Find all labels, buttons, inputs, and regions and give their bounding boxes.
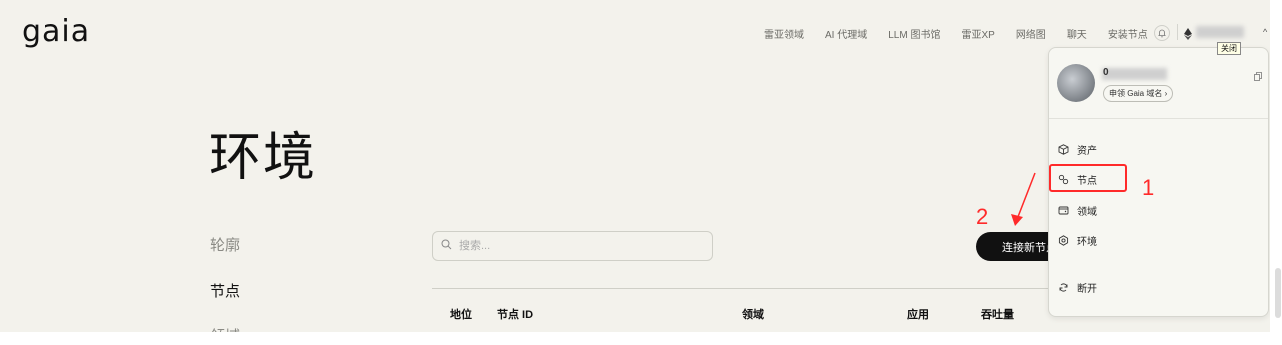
- user-name: 0: [1103, 67, 1109, 78]
- column-header-throughput: 吞吐量: [981, 309, 1014, 321]
- search-icon: [441, 237, 452, 255]
- claim-domain-link[interactable]: 申领 Gaia 域名 ›: [1103, 85, 1174, 102]
- nav-item-gaia-domains[interactable]: 雷亚领域: [764, 26, 804, 41]
- column-header-status: 地位: [450, 309, 472, 321]
- nav-item-chat[interactable]: 聊天: [1067, 26, 1087, 41]
- search-input[interactable]: [457, 239, 701, 253]
- settings-icon: [1057, 235, 1069, 247]
- sidebar-item-nodes[interactable]: 节点: [210, 280, 240, 301]
- nav-item-gaia-xp[interactable]: 雷亚XP: [961, 26, 994, 41]
- sidebar-item-profile[interactable]: 轮廓: [210, 234, 240, 255]
- wallet-address[interactable]: [1196, 26, 1244, 38]
- menu-item-label: 环境: [1077, 237, 1097, 248]
- menu-item-settings[interactable]: 环境: [1057, 233, 1097, 248]
- gaia-logo[interactable]: gaia: [22, 14, 90, 49]
- sidebar-item-domains[interactable]: 领域: [210, 325, 240, 332]
- menu-item-label: 领域: [1077, 207, 1097, 218]
- menu-item-label: 断开: [1077, 284, 1097, 295]
- column-header-app: 应用: [907, 309, 929, 321]
- copy-icon[interactable]: [1254, 68, 1262, 86]
- annotation-arrow: [1011, 172, 1036, 226]
- cube-icon: [1057, 144, 1069, 156]
- bell-icon[interactable]: [1154, 25, 1170, 41]
- menu-item-assets[interactable]: 资产: [1057, 142, 1097, 157]
- nav-item-ai-agent-domains[interactable]: AI 代理域: [825, 26, 867, 41]
- avatar: [1057, 64, 1095, 102]
- wallet-icon: [1057, 205, 1069, 217]
- header-divider: [1177, 24, 1178, 40]
- disconnect-icon: [1057, 282, 1069, 294]
- user-address-blurred: [1102, 68, 1167, 80]
- annotation-step-2: 2: [976, 204, 989, 229]
- close-tooltip: 关闭: [1217, 42, 1241, 55]
- ethereum-icon: [1184, 27, 1192, 45]
- column-header-domain: 领域: [742, 309, 764, 321]
- nav-item-llm-library[interactable]: LLM 图书馆: [888, 26, 940, 41]
- table-divider: [432, 288, 1052, 289]
- annotation-highlight-nodes: [1049, 164, 1127, 192]
- app-window: gaia 雷亚领域 AI 代理域 LLM 图书馆 雷亚XP 网络图 聊天 安装节…: [0, 0, 1270, 332]
- search-box: [432, 231, 713, 261]
- column-header-node-id: 节点 ID: [497, 309, 534, 321]
- dropdown-divider: [1049, 118, 1268, 119]
- page-title: 环境: [209, 129, 318, 187]
- menu-item-disconnect[interactable]: 断开: [1057, 280, 1097, 295]
- annotation-step-1: 1: [1142, 175, 1155, 200]
- nav-item-network-map[interactable]: 网络图: [1016, 26, 1046, 41]
- chevron-up-icon[interactable]: ^: [1263, 27, 1267, 37]
- top-nav: 雷亚领域 AI 代理域 LLM 图书馆 雷亚XP 网络图 聊天 安装节点: [764, 26, 1169, 41]
- scrollbar-thumb[interactable]: [1275, 268, 1281, 318]
- nav-item-install-node[interactable]: 安装节点: [1108, 26, 1148, 41]
- menu-item-label: 资产: [1077, 146, 1097, 157]
- menu-item-domains[interactable]: 领域: [1057, 203, 1097, 218]
